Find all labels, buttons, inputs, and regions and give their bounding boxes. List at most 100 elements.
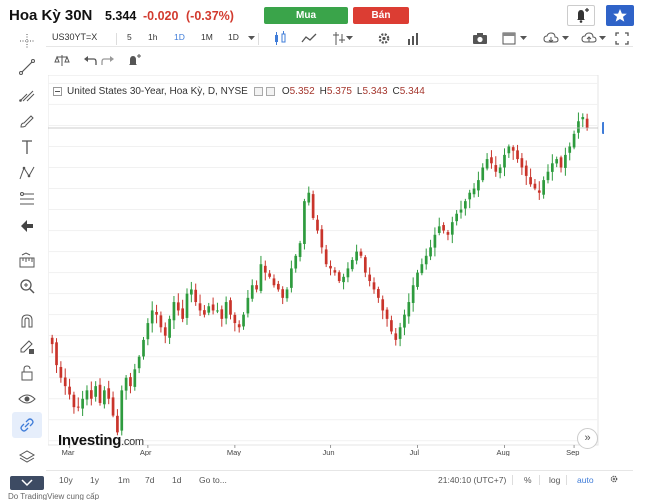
candle-body xyxy=(581,117,585,120)
cloud-download-icon[interactable] xyxy=(543,31,559,46)
range-7d[interactable]: 7d xyxy=(145,475,154,485)
text-icon[interactable] xyxy=(18,138,36,156)
range-bar: 10y 1y 1m 7d 1d Go to... 21:40:10 (UTC+7… xyxy=(46,470,633,486)
bell-plus-icon xyxy=(577,8,589,23)
add-to-watchlist-button[interactable] xyxy=(606,5,634,26)
x-tick-label: Sep xyxy=(566,448,579,456)
interval-5[interactable]: 5 xyxy=(127,32,132,42)
candle-body xyxy=(298,243,302,257)
collapse-legend-icon[interactable] xyxy=(53,86,62,96)
price-chart[interactable]: 4.6004.6504.7004.7504.8004.8504.9004.950… xyxy=(48,75,604,456)
scroll-down-button[interactable] xyxy=(10,476,44,490)
candle-body xyxy=(559,157,563,168)
scale-icon[interactable] xyxy=(54,53,70,68)
candle-body xyxy=(246,297,250,314)
scroll-to-latest-button[interactable]: » xyxy=(577,428,598,449)
gear-icon[interactable] xyxy=(376,31,392,46)
fullscreen-icon[interactable] xyxy=(614,31,630,46)
layers-icon[interactable] xyxy=(18,448,36,466)
undo-icon[interactable] xyxy=(82,53,98,68)
candle-body xyxy=(285,289,289,299)
candle-body xyxy=(542,180,545,195)
add-alert-button[interactable] xyxy=(567,5,595,26)
candle-body xyxy=(233,314,237,324)
candle-body xyxy=(503,154,506,168)
redo-icon[interactable] xyxy=(100,53,116,68)
link-icon xyxy=(20,418,34,432)
range-1d[interactable]: 1d xyxy=(172,475,181,485)
candle-body xyxy=(98,384,102,403)
percent-toggle[interactable]: % xyxy=(524,475,532,485)
chart-toolbar-secondary xyxy=(46,51,156,71)
candle-body xyxy=(337,272,341,282)
gear-icon[interactable] xyxy=(609,474,619,484)
lock-icon[interactable] xyxy=(18,364,36,382)
magnet-icon[interactable] xyxy=(18,312,36,330)
chart-toolbar: US30YT=X 5 1h 1D 1M 1D xyxy=(46,31,633,47)
candle-body xyxy=(464,201,467,209)
crosshair-icon[interactable] xyxy=(18,32,36,50)
range-10y[interactable]: 10y xyxy=(59,475,73,485)
candle-style-icon[interactable] xyxy=(272,31,288,46)
candle-body xyxy=(568,146,572,153)
candle-body xyxy=(194,289,198,303)
symbol-input[interactable]: US30YT=X xyxy=(52,32,97,42)
candle-body xyxy=(403,314,406,328)
candle-body xyxy=(237,324,241,328)
chevron-down-icon[interactable] xyxy=(248,36,255,41)
link-tool-button[interactable] xyxy=(12,412,42,438)
go-to-date[interactable]: Go to... xyxy=(199,475,227,485)
arrow-left-icon[interactable] xyxy=(18,217,36,235)
interval-dropdown[interactable]: 1D xyxy=(228,32,239,42)
x-tick-label: May xyxy=(227,448,241,456)
indicators-icon[interactable] xyxy=(301,31,317,46)
star-icon xyxy=(613,9,627,22)
buy-button[interactable]: Mua xyxy=(264,7,348,24)
price-change: -0.020 xyxy=(143,9,179,23)
sell-button[interactable]: Bán xyxy=(353,7,409,24)
brush-icon[interactable] xyxy=(18,112,36,130)
trend-line-icon[interactable] xyxy=(18,58,36,76)
zoom-in-icon[interactable] xyxy=(18,277,36,295)
fib-icon[interactable] xyxy=(18,190,36,208)
candle-body xyxy=(498,167,502,174)
eye-icon[interactable] xyxy=(18,390,36,408)
close-small-icon[interactable] xyxy=(265,86,275,96)
cloud-upload-icon[interactable] xyxy=(581,31,597,46)
camera-icon[interactable] xyxy=(472,31,488,46)
measure-icon[interactable] xyxy=(18,252,36,270)
range-1m[interactable]: 1m xyxy=(118,475,130,485)
chevron-down-icon[interactable] xyxy=(599,36,606,41)
instrument-name: Hoa Kỳ 30N xyxy=(9,7,93,24)
candle-body xyxy=(411,285,415,303)
last-price: 5.344 xyxy=(105,9,137,23)
candle-body xyxy=(120,390,124,431)
chevron-down-icon[interactable] xyxy=(520,36,527,41)
pencil-lock-icon[interactable] xyxy=(18,338,36,356)
template-icon[interactable] xyxy=(501,31,517,46)
interval-1d[interactable]: 1D xyxy=(174,32,185,42)
log-toggle[interactable]: log xyxy=(549,475,560,485)
candle-body xyxy=(229,300,232,315)
candle-body xyxy=(137,356,141,369)
bar-chart-icon[interactable] xyxy=(406,31,422,46)
candle-body xyxy=(316,219,319,231)
alert-add-icon[interactable] xyxy=(126,53,142,68)
pitchfork-icon[interactable] xyxy=(18,86,36,104)
interval-1m[interactable]: 1M xyxy=(201,32,213,42)
chevron-down-icon[interactable] xyxy=(562,36,569,41)
auto-scale-toggle[interactable]: auto xyxy=(577,475,594,485)
footer-credit: Do TradingView cung cấp xyxy=(8,492,100,500)
clock: 21:40:10 (UTC+7) xyxy=(438,475,507,485)
interval-1h[interactable]: 1h xyxy=(148,32,157,42)
pattern-icon[interactable] xyxy=(18,164,36,182)
compare-icon[interactable] xyxy=(331,31,347,46)
candle-body xyxy=(181,308,184,319)
candle-body xyxy=(494,165,498,172)
chevron-down-icon[interactable] xyxy=(346,36,353,41)
range-1y[interactable]: 1y xyxy=(90,475,99,485)
candle-body xyxy=(63,377,67,387)
candle-body xyxy=(276,283,280,290)
candle-body xyxy=(72,394,76,408)
settings-small-icon[interactable] xyxy=(253,86,263,96)
